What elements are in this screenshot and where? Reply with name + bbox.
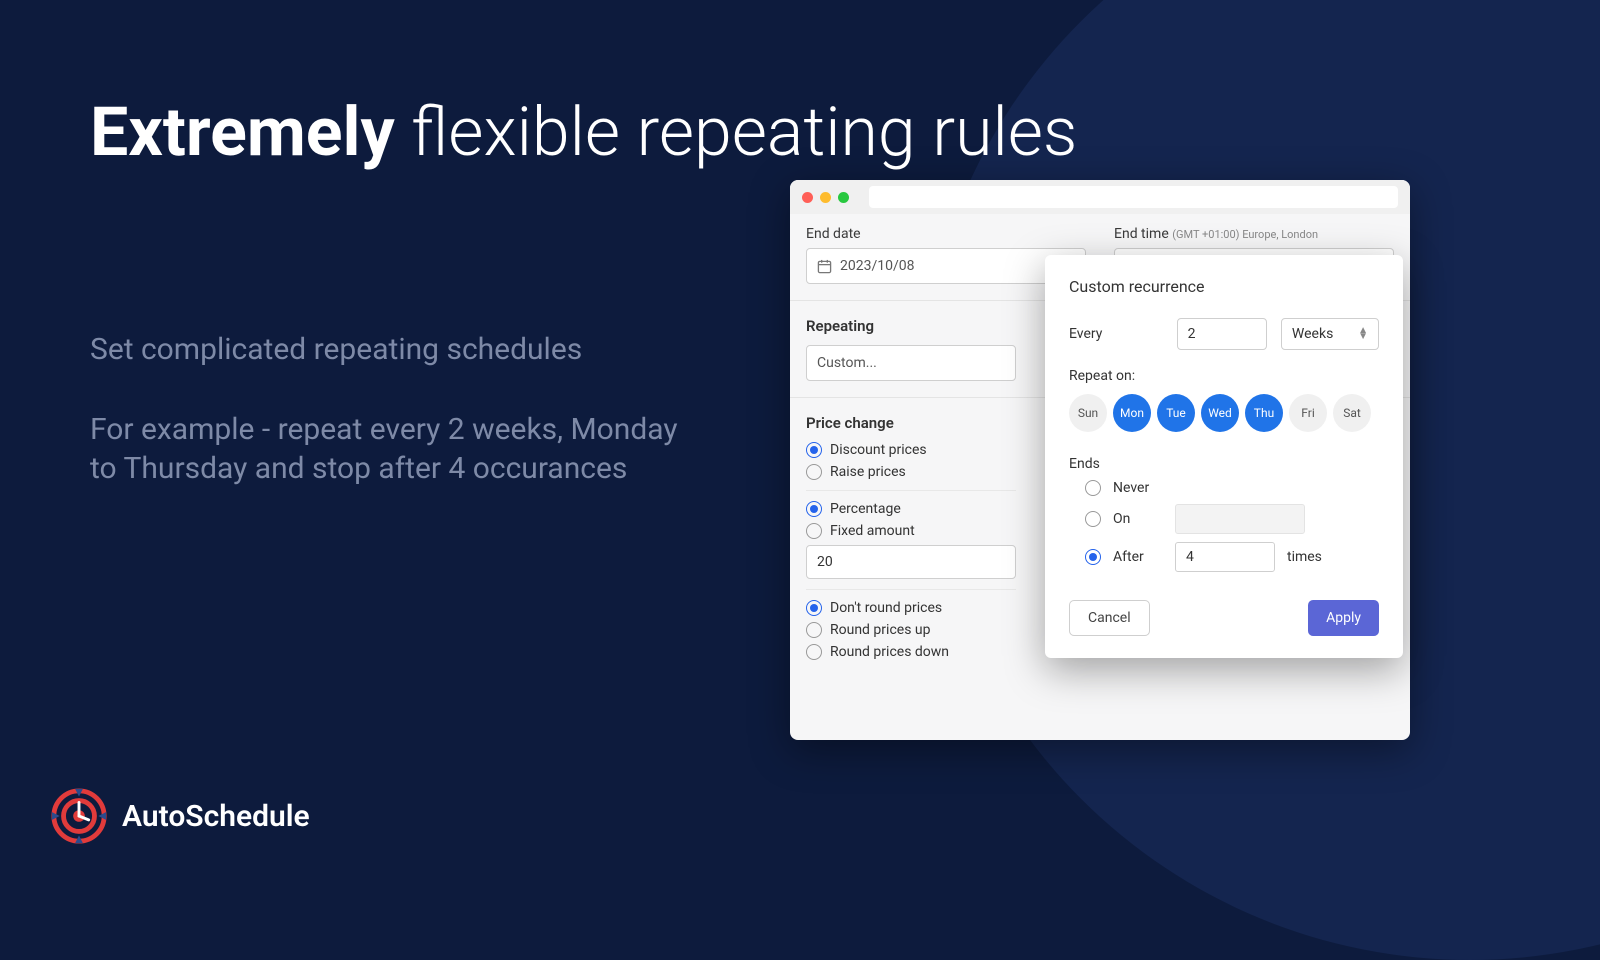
radio-icon <box>1085 480 1101 496</box>
radio-icon <box>806 464 822 480</box>
radio-icon <box>806 622 822 638</box>
end-date-input[interactable]: 2023/10/08 <box>806 248 1086 284</box>
day-mon[interactable]: Mon <box>1113 394 1151 432</box>
radio-icon <box>806 644 822 660</box>
ends-after-row[interactable]: After 4 times <box>1085 542 1379 572</box>
radio-icon <box>806 600 822 616</box>
radio-icon <box>1085 511 1101 527</box>
radio-icon <box>1085 549 1101 565</box>
subtext-2: For example - repeat every 2 weeks, Mond… <box>90 410 710 488</box>
day-fri[interactable]: Fri <box>1289 394 1327 432</box>
ends-after-unit: times <box>1287 549 1322 565</box>
radio-icon <box>806 501 822 517</box>
day-sat[interactable]: Sat <box>1333 394 1371 432</box>
radio-icon <box>806 442 822 458</box>
day-tue[interactable]: Tue <box>1157 394 1195 432</box>
repeating-select[interactable]: Custom... <box>806 345 1016 381</box>
cancel-button[interactable]: Cancel <box>1069 600 1150 636</box>
end-time-label: End time (GMT +01:00) Europe, London <box>1114 226 1394 242</box>
apply-button[interactable]: Apply <box>1308 600 1379 636</box>
custom-recurrence-popup: Custom recurrence Every 2 Weeks ▲▼ Repea… <box>1045 255 1403 658</box>
day-picker: Sun Mon Tue Wed Thu Fri Sat <box>1069 394 1379 432</box>
url-bar[interactable] <box>869 186 1398 208</box>
calendar-icon <box>817 259 832 274</box>
ends-on-row[interactable]: On <box>1085 504 1379 534</box>
day-thu[interactable]: Thu <box>1245 394 1283 432</box>
stepper-icon: ▲▼ <box>1358 328 1368 340</box>
target-clock-icon <box>50 787 108 845</box>
repeat-on-label: Repeat on: <box>1069 368 1379 384</box>
window-close-icon[interactable] <box>802 192 813 203</box>
amount-input[interactable]: 20 <box>806 545 1016 579</box>
every-unit-select[interactable]: Weeks ▲▼ <box>1281 318 1379 350</box>
popup-title: Custom recurrence <box>1069 277 1379 296</box>
end-date-label: End date <box>806 226 1086 242</box>
brand-name: AutoSchedule <box>122 799 310 834</box>
end-time-hint: (GMT +01:00) Europe, London <box>1172 228 1318 241</box>
headline: Extremely flexible repeating rules <box>90 95 1077 170</box>
ends-after-count-input[interactable]: 4 <box>1175 542 1275 572</box>
headline-bold: Extremely <box>90 92 395 172</box>
headline-rest: flexible repeating rules <box>395 92 1078 172</box>
window-titlebar <box>790 180 1410 214</box>
every-label: Every <box>1069 326 1163 342</box>
brand-logo: AutoSchedule <box>50 787 310 845</box>
day-wed[interactable]: Wed <box>1201 394 1239 432</box>
radio-icon <box>806 523 822 539</box>
subtext-1: Set complicated repeating schedules <box>90 330 582 369</box>
every-value-input[interactable]: 2 <box>1177 318 1267 350</box>
window-minimize-icon[interactable] <box>820 192 831 203</box>
window-zoom-icon[interactable] <box>838 192 849 203</box>
day-sun[interactable]: Sun <box>1069 394 1107 432</box>
ends-never-row[interactable]: Never <box>1085 480 1379 496</box>
ends-label: Ends <box>1069 456 1379 472</box>
end-date-value: 2023/10/08 <box>840 258 915 274</box>
ends-on-date-input[interactable] <box>1175 504 1305 534</box>
